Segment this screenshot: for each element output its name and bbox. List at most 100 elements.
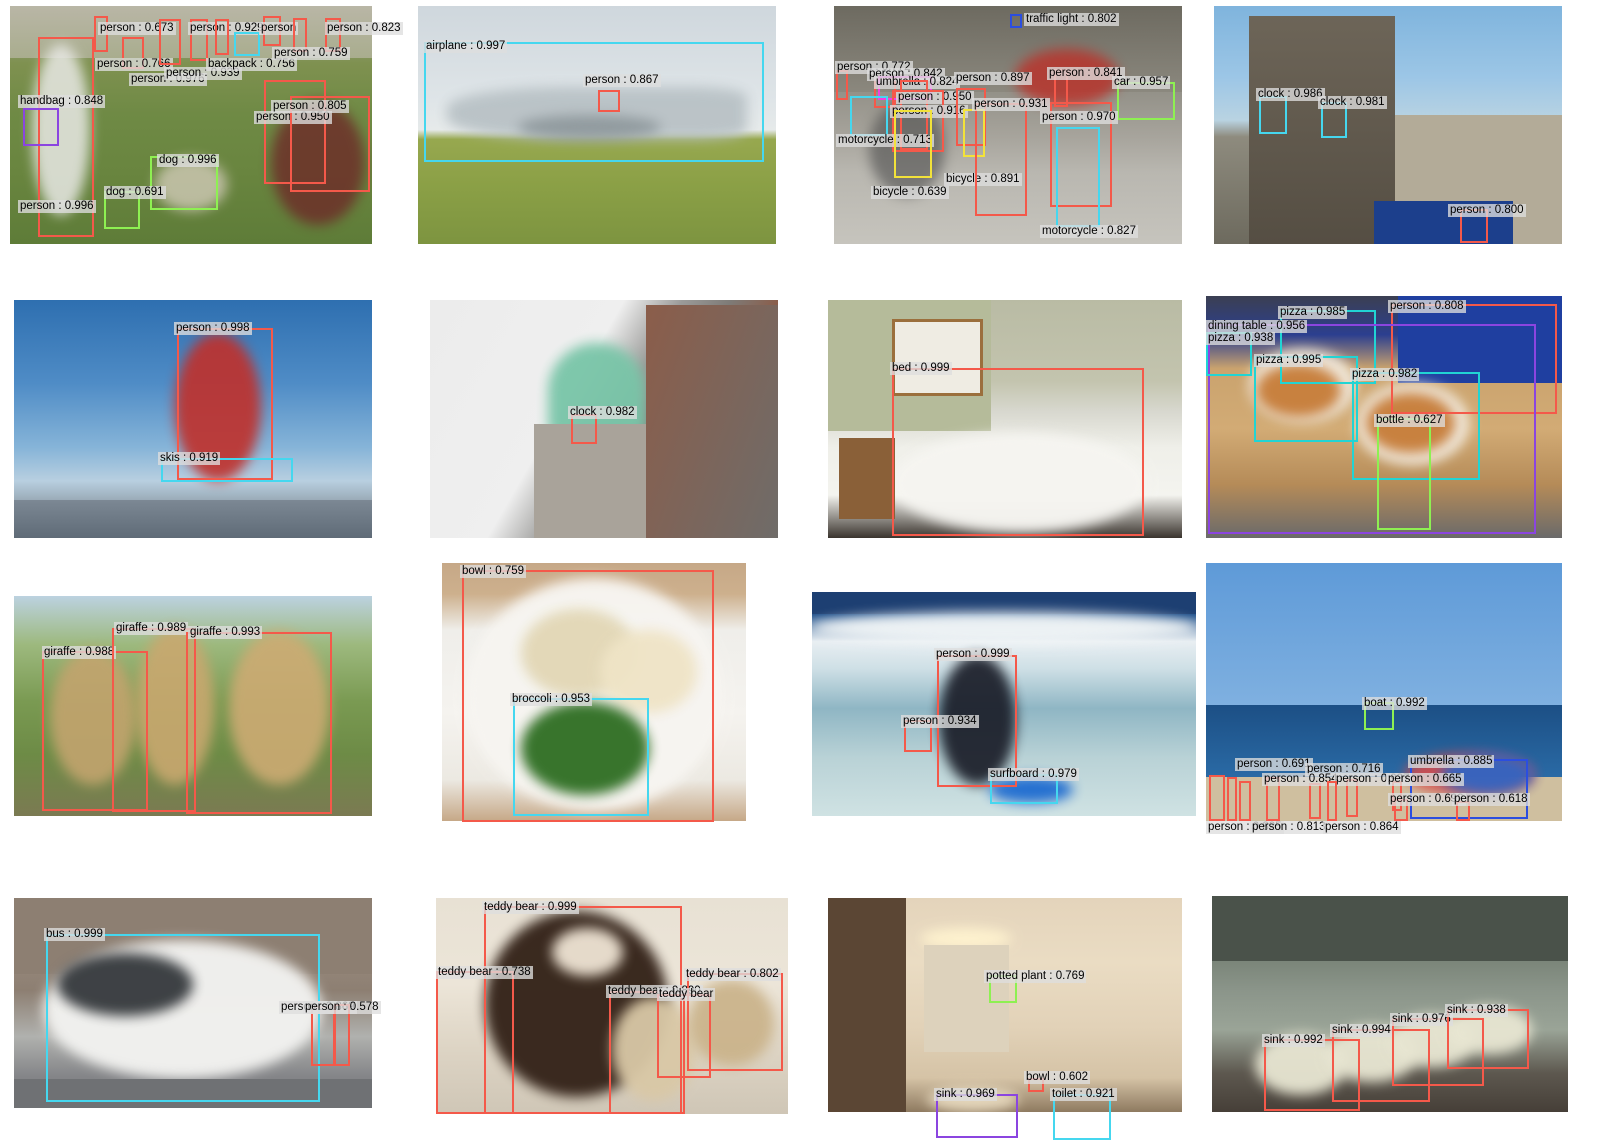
panel-beach[interactable]: boat : 0.992 umbrella : 0.885 person : 0.6…	[1206, 563, 1562, 834]
bbox-bicycle[interactable]	[894, 110, 932, 178]
bbox-person[interactable]	[1239, 781, 1251, 821]
bbox-person[interactable]	[1327, 781, 1337, 821]
panel-surfer[interactable]: person : 0.999 person : 0.934 surfboard : …	[812, 592, 1196, 816]
bbox-person[interactable]	[1209, 775, 1225, 821]
bbox-label: sink : 0.992	[1262, 1034, 1325, 1047]
bbox-label: bowl : 0.759	[460, 565, 527, 578]
bbox-label: person : 0.691	[1235, 758, 1313, 771]
bbox-label: person : 0.813	[1250, 821, 1328, 834]
bbox-giraffe[interactable]	[186, 632, 332, 814]
bbox-person[interactable]	[598, 90, 620, 112]
bbox-label: bottle : 0.627	[1374, 414, 1445, 427]
bbox-label: sink : 0.938	[1445, 1004, 1508, 1017]
photo-shape	[828, 898, 906, 1112]
bbox-teddy-bear[interactable]	[436, 971, 514, 1114]
bbox-person[interactable]	[975, 103, 1027, 216]
bbox-label: giraffe : 0.993	[188, 626, 263, 639]
bbox-person[interactable]	[311, 1006, 335, 1066]
panel-pizza[interactable]: person : 0.808 pizza : 0.985 dining table …	[1206, 296, 1562, 538]
photo-shape	[838, 438, 896, 519]
bbox-label: teddy bear	[657, 988, 716, 1001]
photo-shape	[812, 592, 1196, 615]
bbox-traffic-light[interactable]	[1010, 14, 1022, 28]
bbox-label: dog : 0.691	[104, 186, 166, 199]
bbox-backpack[interactable]	[234, 32, 260, 56]
panel-skier[interactable]: person : 0.998 skis : 0.919	[14, 300, 372, 538]
panel-park-dogs[interactable]: person : 0.996 person : 0.673 person : 0.7…	[10, 6, 403, 244]
bbox-label: teddy bear : 0.802	[684, 968, 781, 981]
bbox-label: surfboard : 0.979	[988, 768, 1079, 781]
bbox-label: bicycle : 0.639	[871, 186, 949, 199]
panel-giraffes[interactable]: giraffe : 0.988 giraffe : 0.989 giraffe : …	[14, 596, 372, 816]
bbox-person[interactable]	[215, 19, 229, 55]
bbox-label: bus : 0.999	[44, 928, 105, 941]
bbox-bottle[interactable]	[1377, 418, 1431, 530]
bbox-clock[interactable]	[1259, 96, 1287, 134]
panel-airplane[interactable]: airplane : 0.997 person : 0.867	[418, 6, 776, 244]
bbox-label: teddy bear : 0.738	[436, 966, 533, 979]
bbox-label: person : 0.867	[583, 74, 661, 87]
bbox-person[interactable]	[159, 19, 181, 65]
bbox-label: clock : 0.982	[568, 406, 637, 419]
bbox-bed[interactable]	[892, 368, 1144, 536]
bbox-label: person : 0.759	[272, 47, 350, 60]
photo-shape	[645, 304, 778, 538]
bbox-label: person : 0.996	[18, 200, 96, 213]
bbox-broccoli[interactable]	[513, 698, 649, 816]
bbox-label: airplane : 0.997	[424, 40, 508, 53]
panel-teddy[interactable]: teddy bear : 0.999 teddy bear : 0.738 tedd…	[436, 898, 788, 1114]
bbox-label: bed : 0.999	[890, 362, 952, 375]
bbox-person[interactable]	[1309, 783, 1321, 819]
bbox-label: pizza : 0.985	[1278, 306, 1348, 319]
bbox-label: dog : 0.996	[157, 154, 219, 167]
bbox-person[interactable]	[836, 70, 848, 100]
bbox-label: person : 0.805	[271, 100, 349, 113]
panel-image	[430, 300, 778, 538]
bbox-teddy-bear[interactable]	[657, 994, 711, 1078]
panel-bowl-broccoli[interactable]: bowl : 0.759 broccoli : 0.953	[442, 563, 746, 822]
bbox-label: sink : 0.994	[1330, 1024, 1393, 1037]
bbox-pizza[interactable]	[1254, 356, 1358, 442]
bbox-label: person : 0.800	[1448, 204, 1526, 217]
bbox-motorcycle[interactable]	[850, 96, 888, 136]
bbox-label: toilet : 0.921	[1050, 1088, 1117, 1101]
bbox-label: person : 0.618	[1452, 793, 1530, 806]
bbox-label: teddy bear : 0.999	[482, 901, 579, 914]
bbox-handbag[interactable]	[23, 108, 59, 146]
bbox-motorcycle[interactable]	[1056, 127, 1100, 227]
bbox-label: person : 0.998	[174, 322, 252, 335]
bbox-giraffe[interactable]	[112, 628, 196, 812]
photo-shape	[1206, 563, 1562, 705]
photo-shape	[812, 612, 1196, 644]
bbox-label: person : 0.934	[901, 715, 979, 728]
bbox-label: pizza : 0.938	[1206, 332, 1276, 345]
bbox-label: sink : 0.976	[1390, 1013, 1453, 1026]
bbox-label: person : 0.808	[1388, 300, 1466, 313]
panel-bedroom[interactable]: bed : 0.999	[828, 300, 1182, 538]
bbox-bus[interactable]	[46, 934, 320, 1102]
detection-results-grid: person : 0.996 person : 0.673 person : 0.7…	[0, 0, 1610, 1140]
bbox-label: potted plant : 0.769	[984, 970, 1087, 983]
bbox-label: boat : 0.992	[1362, 697, 1427, 710]
bbox-sink[interactable]	[1447, 1009, 1529, 1069]
panel-restroom[interactable]: sink : 0.992 sink : 0.994 sink : 0.976 sink…	[1212, 896, 1568, 1112]
bbox-label: giraffe : 0.988	[42, 646, 117, 659]
panel-clocktower[interactable]: clock : 0.986 clock : 0.981 person : 0.800	[1214, 6, 1562, 244]
bbox-airplane[interactable]	[424, 42, 764, 162]
bbox-label: pizza : 0.982	[1350, 368, 1420, 381]
panel-dome-clock[interactable]: clock : 0.982	[430, 300, 778, 538]
bbox-label: person : 0.864	[1323, 821, 1401, 834]
bbox-person[interactable]	[1227, 777, 1237, 821]
bbox-label: person : 0.823	[325, 22, 403, 35]
panel-bus[interactable]: bus : 0.999person : 0.869person : 0.578	[14, 898, 381, 1108]
bbox-label: broccoli : 0.953	[510, 693, 592, 706]
panel-image	[828, 898, 1182, 1112]
bbox-label: person : 0.897	[954, 72, 1032, 85]
panel-bathroom[interactable]: potted plant : 0.769 bowl : 0.602 sink : 0…	[828, 898, 1182, 1140]
bbox-label: person : 0.578	[303, 1001, 381, 1014]
bbox-label: bowl : 0.602	[1024, 1071, 1091, 1084]
bbox-label: pizza : 0.995	[1254, 354, 1324, 367]
panel-street[interactable]: traffic light : 0.802 person : 0.772 perso…	[834, 6, 1182, 244]
bbox-label: clock : 0.986	[1256, 88, 1325, 101]
bbox-label: giraffe : 0.989	[114, 622, 189, 635]
